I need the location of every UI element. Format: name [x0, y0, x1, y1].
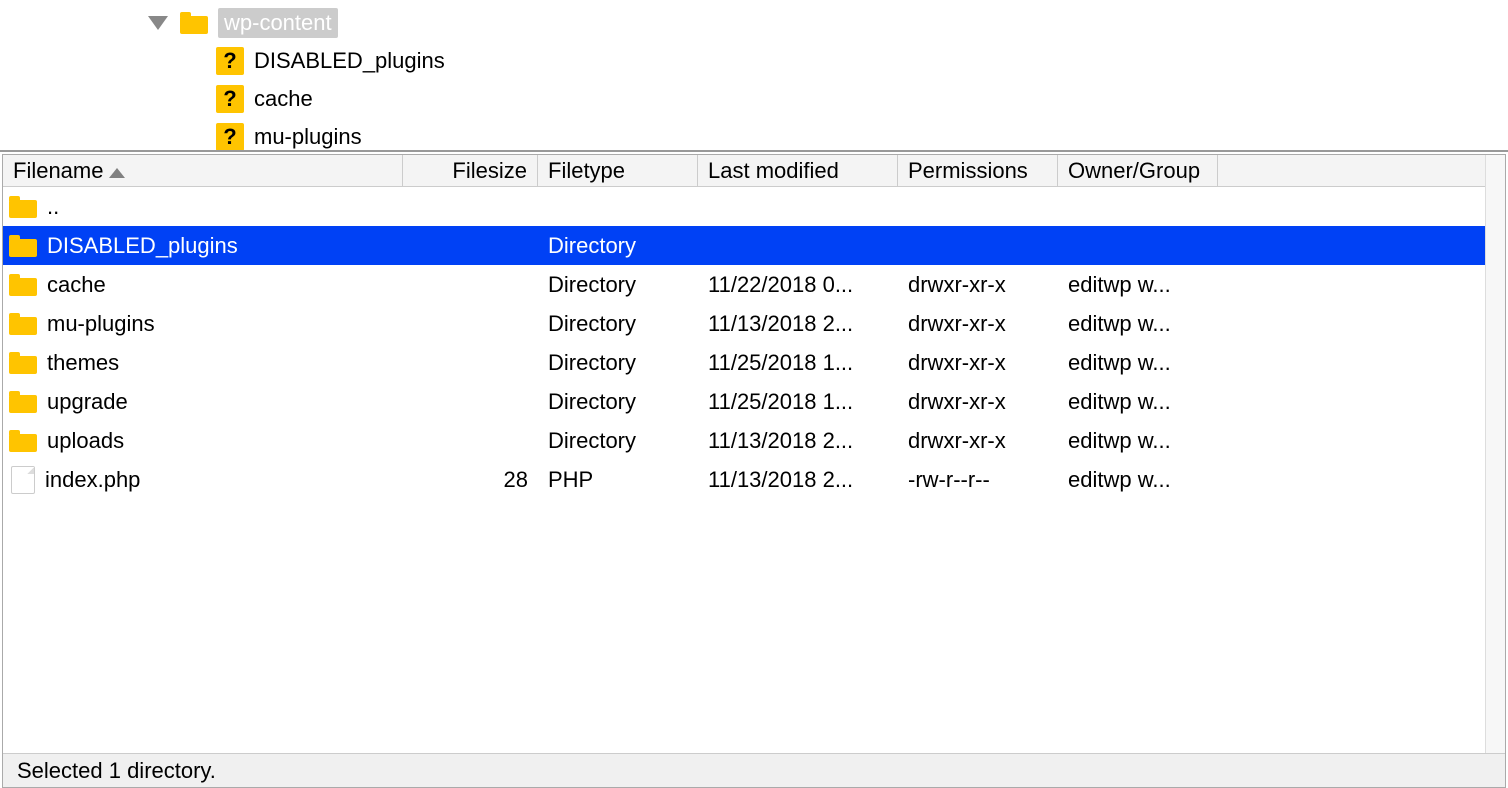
cell-owner-group [1058, 187, 1218, 226]
filename-text: DISABLED_plugins [47, 233, 238, 259]
cell-filesize [403, 382, 538, 421]
cell-permissions [898, 187, 1058, 226]
filename-text: themes [47, 350, 119, 376]
cell-owner-group: editwp w... [1058, 265, 1218, 304]
cell-filesize [403, 265, 538, 304]
cell-filetype: Directory [538, 421, 698, 460]
cell-permissions: drwxr-xr-x [898, 382, 1058, 421]
status-bar: Selected 1 directory. [3, 753, 1505, 787]
file-icon [11, 466, 35, 494]
column-header-owner-group[interactable]: Owner/Group [1058, 155, 1218, 186]
cell-owner-group: editwp w... [1058, 343, 1218, 382]
cell-permissions: drwxr-xr-x [898, 265, 1058, 304]
tree-label: wp-content [218, 8, 338, 38]
folder-icon [9, 430, 37, 452]
cell-filename: .. [3, 187, 403, 226]
cell-permissions: drwxr-xr-x [898, 304, 1058, 343]
cell-filename: DISABLED_plugins [3, 226, 403, 265]
cell-filename: themes [3, 343, 403, 382]
folder-icon [9, 352, 37, 374]
cell-filename: mu-plugins [3, 304, 403, 343]
question-icon: ? [216, 47, 244, 75]
directory-tree-panel: wp-content ? DISABLED_plugins ? cache ? … [0, 0, 1508, 152]
filename-text: upgrade [47, 389, 128, 415]
tree-item[interactable]: ? DISABLED_plugins [0, 42, 1508, 80]
cell-permissions: -rw-r--r-- [898, 460, 1058, 499]
cell-filesize: 28 [403, 460, 538, 499]
cell-last-modified: 11/22/2018 0... [698, 265, 898, 304]
cell-owner-group [1058, 226, 1218, 265]
filename-text: index.php [45, 467, 140, 493]
column-header-permissions[interactable]: Permissions [898, 155, 1058, 186]
folder-icon [180, 12, 208, 34]
cell-filename: cache [3, 265, 403, 304]
cell-filesize [403, 421, 538, 460]
vertical-scrollbar[interactable] [1485, 155, 1505, 753]
cell-owner-group: editwp w... [1058, 460, 1218, 499]
folder-icon [9, 391, 37, 413]
file-row[interactable]: upgrade Directory11/25/2018 1...drwxr-xr-… [3, 382, 1485, 421]
filename-text: uploads [47, 428, 124, 454]
tree-label: DISABLED_plugins [254, 48, 445, 74]
file-row[interactable]: themes Directory11/25/2018 1...drwxr-xr-x… [3, 343, 1485, 382]
cell-filename: index.php [3, 460, 403, 499]
file-row[interactable]: mu-plugins Directory11/13/2018 2...drwxr-… [3, 304, 1485, 343]
cell-filetype [538, 187, 698, 226]
filename-text: mu-plugins [47, 311, 155, 337]
filename-text: cache [47, 272, 106, 298]
file-row[interactable]: .. [3, 187, 1485, 226]
file-row[interactable]: index.php 28PHP11/13/2018 2...-rw-r--r--e… [3, 460, 1485, 499]
cell-filename: upgrade [3, 382, 403, 421]
cell-filesize [403, 304, 538, 343]
column-header-filetype[interactable]: Filetype [538, 155, 698, 186]
cell-filesize [403, 343, 538, 382]
folder-icon [9, 274, 37, 296]
status-text: Selected 1 directory. [17, 758, 216, 784]
cell-last-modified: 11/25/2018 1... [698, 382, 898, 421]
file-list-panel: Filename Filesize Filetype Last modified… [2, 154, 1506, 788]
cell-permissions: drwxr-xr-x [898, 421, 1058, 460]
folder-icon [9, 235, 37, 257]
filename-text: .. [47, 194, 59, 220]
cell-filetype: Directory [538, 304, 698, 343]
column-header-row: Filename Filesize Filetype Last modified… [3, 155, 1485, 187]
cell-owner-group: editwp w... [1058, 421, 1218, 460]
file-row[interactable]: uploads Directory11/13/2018 2...drwxr-xr-… [3, 421, 1485, 460]
cell-filetype: Directory [538, 265, 698, 304]
tree-label: cache [254, 86, 313, 112]
cell-last-modified [698, 187, 898, 226]
cell-filetype: PHP [538, 460, 698, 499]
cell-filesize [403, 187, 538, 226]
column-header-filesize[interactable]: Filesize [403, 155, 538, 186]
tree-label: mu-plugins [254, 124, 362, 150]
cell-last-modified: 11/13/2018 2... [698, 421, 898, 460]
tree-item-wp-content[interactable]: wp-content [0, 4, 1508, 42]
column-header-last-modified[interactable]: Last modified [698, 155, 898, 186]
cell-last-modified: 11/13/2018 2... [698, 460, 898, 499]
cell-owner-group: editwp w... [1058, 304, 1218, 343]
question-icon: ? [216, 123, 244, 151]
folder-icon [9, 313, 37, 335]
tree-item[interactable]: ? mu-plugins [0, 118, 1508, 152]
cell-filesize [403, 226, 538, 265]
file-list[interactable]: .. DISABLED_plugins Directory cache Director… [3, 187, 1485, 753]
column-header-filename[interactable]: Filename [3, 155, 403, 186]
cell-last-modified [698, 226, 898, 265]
sort-asc-icon [109, 158, 125, 184]
cell-filetype: Directory [538, 226, 698, 265]
chevron-down-icon[interactable] [148, 16, 168, 30]
file-row[interactable]: cache Directory11/22/2018 0...drwxr-xr-xe… [3, 265, 1485, 304]
cell-filename: uploads [3, 421, 403, 460]
file-row[interactable]: DISABLED_plugins Directory [3, 226, 1485, 265]
cell-last-modified: 11/13/2018 2... [698, 304, 898, 343]
cell-permissions [898, 226, 1058, 265]
folder-icon [9, 196, 37, 218]
question-icon: ? [216, 85, 244, 113]
tree-item[interactable]: ? cache [0, 80, 1508, 118]
cell-filetype: Directory [538, 343, 698, 382]
cell-owner-group: editwp w... [1058, 382, 1218, 421]
cell-filetype: Directory [538, 382, 698, 421]
cell-last-modified: 11/25/2018 1... [698, 343, 898, 382]
cell-permissions: drwxr-xr-x [898, 343, 1058, 382]
